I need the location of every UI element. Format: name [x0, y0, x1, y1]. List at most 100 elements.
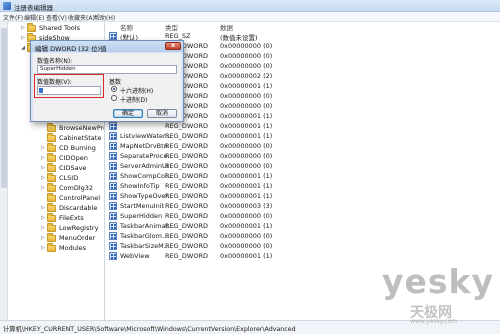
cancel-button[interactable]: 取消: [147, 109, 177, 118]
expand-arrow-icon[interactable]: [40, 125, 46, 131]
value-row[interactable]: ShowCompCol... REG_DWORD 0x00000001 (1): [106, 171, 500, 181]
dialog-close-button[interactable]: x: [165, 42, 181, 50]
hex-radio[interactable]: [111, 86, 117, 92]
value-data: 0x00000000 (0): [220, 52, 273, 60]
value-data: 0x00000000 (0): [220, 232, 273, 240]
value-row[interactable]: ShowTypeOver... REG_DWORD 0x00000001 (1): [106, 191, 500, 201]
expand-arrow-icon[interactable]: ▷: [40, 245, 46, 251]
value-type: REG_DWORD: [165, 162, 208, 170]
value-type: REG_DWORD: [165, 212, 208, 220]
tree-item[interactable]: ▷ Discardable: [40, 202, 98, 213]
tree-item[interactable]: ▷ FileExts: [40, 212, 84, 223]
tree-item[interactable]: ▷ CIDSave: [40, 162, 86, 173]
value-name: MapNetDrvBtn: [120, 142, 168, 150]
column-header-name[interactable]: 名称: [120, 22, 133, 32]
expand-arrow-icon[interactable]: ▷: [40, 235, 46, 241]
value-row[interactable]: TaskbarGlom... REG_DWORD 0x00000000 (0): [106, 231, 500, 241]
expand-arrow-icon[interactable]: [40, 135, 46, 141]
edit-dword-dialog: 编辑 DWORD (32 位)值 x 数值名称(N): SuperHidden …: [30, 40, 184, 122]
tree-item-label: Discardable: [59, 204, 98, 212]
value-row[interactable]: REG_DWORD 0x00000001 (1): [106, 121, 500, 131]
tree-item-label: MenuOrder: [59, 234, 96, 242]
dec-radio-label[interactable]: 十进制(D): [120, 95, 147, 104]
tree-item[interactable]: ControlPanel: [40, 192, 100, 203]
tree-item[interactable]: ▷ ComDlg32: [40, 182, 94, 193]
value-row[interactable]: ShowInfoTip REG_DWORD 0x00000001 (1): [106, 181, 500, 191]
menu-help[interactable]: 帮助(H): [94, 13, 115, 22]
expand-arrow-icon[interactable]: ▷: [40, 165, 46, 171]
expand-arrow-icon[interactable]: ▷: [40, 185, 46, 191]
column-header-data[interactable]: 数据: [220, 22, 233, 32]
binary-value-icon: [109, 132, 117, 140]
tree-scrollbar-thumb[interactable]: [1, 28, 7, 188]
tree-item[interactable]: ▷ Modules: [40, 242, 87, 253]
value-data: 0x00000002 (2): [220, 72, 273, 80]
expand-arrow-icon[interactable]: ▷: [20, 25, 26, 31]
expand-arrow-icon[interactable]: ▷: [40, 155, 46, 161]
folder-icon: [47, 162, 56, 172]
value-data: 0x00000000 (0): [220, 152, 273, 160]
dialog-title-bar: 编辑 DWORD (32 位)值 x: [31, 41, 183, 53]
binary-value-icon: [109, 212, 117, 220]
value-type: REG_DWORD: [165, 152, 208, 160]
menu-view[interactable]: 查看(V): [46, 13, 67, 22]
value-row[interactable]: SeparateProce... REG_DWORD 0x00000000 (0): [106, 151, 500, 161]
value-type: REG_DWORD: [165, 182, 208, 190]
value-row[interactable]: ServerAdminUI REG_DWORD 0x00000000 (0): [106, 161, 500, 171]
collapse-arrow-icon[interactable]: ◢: [20, 45, 26, 51]
column-header-type[interactable]: 类型: [165, 22, 178, 32]
value-data-label: 数值数据(V):: [37, 79, 72, 86]
tree-item-label: CLSID: [59, 174, 79, 182]
tree-item[interactable]: ▷ LowRegistry: [40, 222, 98, 233]
menu-edit[interactable]: 编辑(E): [24, 13, 44, 22]
tree-item-label: ComDlg32: [59, 184, 94, 192]
tree-item[interactable]: ▷ CD Burning: [40, 142, 96, 153]
folder-icon: [47, 212, 56, 222]
expand-arrow-icon[interactable]: ▷: [40, 175, 46, 181]
tree-item[interactable]: ▷ CLSID: [40, 172, 79, 183]
value-name-label: 数值名称(N):: [37, 58, 73, 65]
tree-item[interactable]: ▷ Shared Tools: [20, 22, 80, 33]
expand-arrow-icon[interactable]: ▷: [40, 225, 46, 231]
value-data: 0x00000001 (1): [220, 122, 273, 130]
value-row[interactable]: TaskbarAnimat... REG_DWORD 0x00000001 (1): [106, 221, 500, 231]
dec-radio[interactable]: [111, 95, 117, 101]
value-data: 0x00000000 (0): [220, 162, 273, 170]
value-row[interactable]: SuperHidden REG_DWORD 0x00000000 (0): [106, 211, 500, 221]
value-row[interactable]: WebView REG_DWORD 0x00000001 (1): [106, 251, 500, 261]
folder-icon: [47, 242, 56, 252]
expand-arrow-icon[interactable]: ▷: [20, 35, 26, 41]
watermark-logo: yesky: [382, 262, 494, 301]
text-selection: [39, 88, 43, 93]
value-name-field[interactable]: SuperHidden: [37, 65, 177, 74]
value-row[interactable]: StartMenuInit REG_DWORD 0x00000003 (3): [106, 201, 500, 211]
binary-value-icon: [109, 222, 117, 230]
registry-editor-window: 注册表编辑器 文件(F) 编辑(E) 查看(V) 收藏夹(A) 帮助(H) ▷ S…: [0, 0, 500, 334]
hex-radio-label[interactable]: 十六进制(H): [120, 86, 153, 95]
dialog-title: 编辑 DWORD (32 位)值: [35, 45, 107, 53]
expand-arrow-icon[interactable]: ▷: [40, 145, 46, 151]
tree-item[interactable]: CabinetState: [40, 132, 101, 143]
value-row[interactable]: MapNetDrvBtn REG_DWORD 0x00000000 (0): [106, 141, 500, 151]
folder-icon: [47, 202, 56, 212]
folder-icon: [47, 172, 56, 182]
window-title: 注册表编辑器: [14, 4, 53, 12]
tree-item-label: Modules: [59, 244, 87, 252]
expand-arrow-icon[interactable]: ▷: [40, 205, 46, 211]
value-data-field[interactable]: [37, 86, 101, 95]
tree-scrollbar[interactable]: [0, 22, 8, 320]
tree-item[interactable]: BrowseNewProcess: [40, 122, 104, 133]
menu-file[interactable]: 文件(F): [3, 13, 23, 22]
menu-favorites[interactable]: 收藏夹(A): [68, 13, 95, 22]
binary-value-icon: [109, 122, 117, 130]
expand-arrow-icon[interactable]: [40, 195, 46, 201]
tree-item[interactable]: ▷ CIDOpen: [40, 152, 88, 163]
tree-item[interactable]: ▷ MenuOrder: [40, 232, 96, 243]
value-data: 0x00000003 (3): [220, 202, 273, 210]
value-data: 0x00000000 (0): [220, 102, 273, 110]
ok-button[interactable]: 确定: [113, 109, 143, 118]
value-name: StartMenuInit: [120, 202, 165, 210]
value-row[interactable]: TaskbarSizeM... REG_DWORD 0x00000000 (0): [106, 241, 500, 251]
value-row[interactable]: ListviewWater... REG_DWORD 0x00000001 (1): [106, 131, 500, 141]
expand-arrow-icon[interactable]: ▷: [40, 215, 46, 221]
